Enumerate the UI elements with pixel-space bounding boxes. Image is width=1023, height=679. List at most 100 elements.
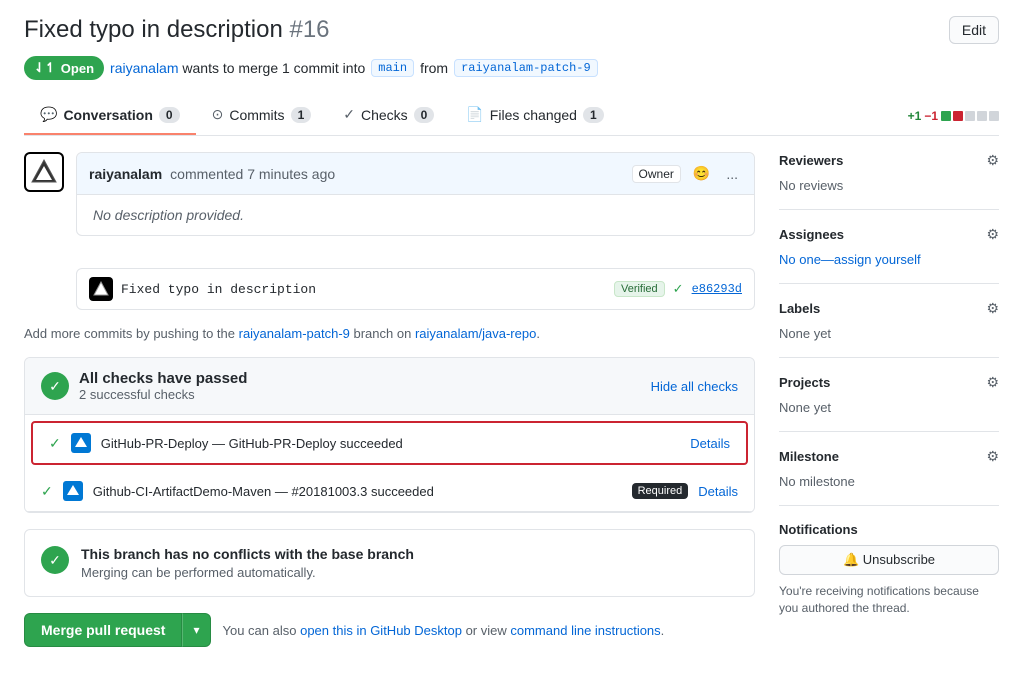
diff-block-4 bbox=[977, 111, 987, 121]
merge-button-group: Merge pull request ▾ bbox=[24, 613, 211, 647]
open-github-desktop-link[interactable]: open this in GitHub Desktop bbox=[300, 623, 462, 638]
assignees-gear-button[interactable]: ⚙ bbox=[986, 226, 999, 243]
tab-checks[interactable]: ✓ Checks 0 bbox=[327, 96, 450, 135]
page-container: Fixed typo in description #16 Edit ⇃↿ Op… bbox=[0, 0, 1023, 679]
tab-files-changed[interactable]: 📄 Files changed 1 bbox=[450, 96, 619, 135]
pr-subtitle: ⇃↿ Open raiyanalam wants to merge 1 comm… bbox=[24, 56, 999, 80]
open-badge-text: Open bbox=[61, 61, 94, 76]
comment-header-left: raiyanalam commented 7 minutes ago bbox=[89, 166, 335, 182]
conversation-tab-label: Conversation bbox=[63, 107, 152, 123]
reviewers-title: Reviewers bbox=[779, 153, 843, 168]
avatar-logo bbox=[30, 158, 58, 186]
assignees-value-link[interactable]: No one—assign yourself bbox=[779, 252, 921, 267]
pr-author-link[interactable]: raiyanalam bbox=[110, 60, 178, 76]
check-2-details-link[interactable]: Details bbox=[698, 484, 738, 499]
check-row-1: ✓ GitHub-PR-Deploy — GitHub-PR-Deploy su… bbox=[33, 423, 746, 463]
diff-block-5 bbox=[989, 111, 999, 121]
reviewers-gear-button[interactable]: ⚙ bbox=[986, 152, 999, 169]
tab-conversation[interactable]: 💬 Conversation 0 bbox=[24, 96, 196, 135]
diff-block-3 bbox=[965, 111, 975, 121]
no-conflict-icon: ✓ bbox=[41, 546, 69, 574]
merge-pull-request-button[interactable]: Merge pull request bbox=[24, 613, 182, 647]
no-conflict-subtitle: Merging can be performed automatically. bbox=[81, 565, 414, 580]
check-1-separator: — bbox=[212, 436, 229, 451]
unsubscribe-button[interactable]: 🔔 Unsubscribe bbox=[779, 545, 999, 575]
repo-link[interactable]: raiyanalam/java-repo bbox=[415, 326, 536, 341]
owner-badge: Owner bbox=[632, 165, 681, 183]
milestone-title: Milestone bbox=[779, 449, 839, 464]
check-2-separator: — bbox=[275, 484, 292, 499]
checks-title: All checks have passed bbox=[79, 370, 641, 387]
comment-header-right: Owner 😊 ... bbox=[632, 163, 742, 184]
azure-icon-2 bbox=[63, 481, 83, 501]
edit-button[interactable]: Edit bbox=[949, 16, 999, 44]
comment-author[interactable]: raiyanalam bbox=[89, 166, 162, 182]
diff-block-2 bbox=[953, 111, 963, 121]
check-1-status: GitHub-PR-Deploy succeeded bbox=[229, 436, 403, 451]
labels-gear-button[interactable]: ⚙ bbox=[986, 300, 999, 317]
projects-title: Projects bbox=[779, 375, 830, 390]
notifications-title: Notifications bbox=[779, 522, 858, 537]
verified-badge: Verified bbox=[614, 281, 665, 297]
hide-checks-button[interactable]: Hide all checks bbox=[651, 379, 738, 394]
sidebar-reviewers-header: Reviewers ⚙ bbox=[779, 152, 999, 169]
commit-sha-link[interactable]: e86293d bbox=[692, 282, 742, 296]
files-changed-count: 1 bbox=[583, 107, 604, 123]
commit-avatar bbox=[89, 277, 113, 301]
labels-title: Labels bbox=[779, 301, 820, 316]
sidebar-projects-header: Projects ⚙ bbox=[779, 374, 999, 391]
no-conflict-box: ✓ This branch has no conflicts with the … bbox=[24, 529, 755, 597]
pr-title-text: Fixed typo in description bbox=[24, 16, 283, 43]
check-2-name: Github-CI-ArtifactDemo-Maven — #20181003… bbox=[93, 484, 622, 499]
pr-title: Fixed typo in description #16 bbox=[24, 16, 330, 44]
sidebar-reviewers-section: Reviewers ⚙ No reviews bbox=[779, 152, 999, 210]
no-conflict-title: This branch has no conflicts with the ba… bbox=[81, 546, 414, 562]
tab-commits[interactable]: ⊙ Commits 1 bbox=[196, 96, 328, 135]
no-conflict-text: This branch has no conflicts with the ba… bbox=[81, 546, 414, 580]
checks-box: ✓ All checks have passed 2 successful ch… bbox=[24, 357, 755, 513]
more-options-button[interactable]: ... bbox=[722, 164, 742, 184]
comment-box: raiyanalam commented 7 minutes ago Owner… bbox=[76, 152, 755, 236]
check-1-name: GitHub-PR-Deploy — GitHub-PR-Deploy succ… bbox=[101, 436, 681, 451]
commit-message: Fixed typo in description bbox=[121, 282, 606, 297]
sidebar-labels-section: Labels ⚙ None yet bbox=[779, 300, 999, 358]
target-branch-link[interactable]: main bbox=[371, 59, 414, 77]
check-row-2: ✓ Github-CI-ArtifactDemo-Maven — #201810… bbox=[25, 471, 754, 512]
source-branch-link[interactable]: raiyanalam-patch-9 bbox=[454, 59, 598, 77]
merge-dropdown-button[interactable]: ▾ bbox=[182, 613, 210, 647]
branch-link[interactable]: raiyanalam-patch-9 bbox=[239, 326, 350, 341]
check-2-status: #20181003.3 succeeded bbox=[291, 484, 433, 499]
check-1-details-link[interactable]: Details bbox=[690, 436, 730, 451]
check-1-pass-icon: ✓ bbox=[49, 435, 61, 452]
additions-stat: +1 bbox=[908, 109, 922, 123]
avatar bbox=[24, 152, 64, 192]
command-line-link[interactable]: command line instructions bbox=[510, 623, 660, 638]
commit-line: Fixed typo in description Verified ✓ e86… bbox=[76, 268, 755, 310]
milestone-gear-button[interactable]: ⚙ bbox=[986, 448, 999, 465]
azure-logo-2 bbox=[66, 484, 80, 498]
sidebar-assignees-header: Assignees ⚙ bbox=[779, 226, 999, 243]
azure-icon-1 bbox=[71, 433, 91, 453]
main-content: raiyanalam commented 7 minutes ago Owner… bbox=[24, 136, 999, 663]
content-area: raiyanalam commented 7 minutes ago Owner… bbox=[24, 152, 755, 663]
sidebar-projects-section: Projects ⚙ None yet bbox=[779, 374, 999, 432]
milestone-value: No milestone bbox=[779, 474, 855, 489]
checks-icon: ✓ bbox=[343, 106, 355, 123]
conversation-count: 0 bbox=[159, 107, 180, 123]
add-reaction-button[interactable]: 😊 bbox=[689, 163, 714, 184]
commit-avatar-logo bbox=[93, 281, 109, 297]
sidebar-assignees-section: Assignees ⚙ No one—assign yourself bbox=[779, 226, 999, 284]
checks-count: 0 bbox=[414, 107, 435, 123]
sidebar: Reviewers ⚙ No reviews Assignees ⚙ No on… bbox=[779, 152, 999, 663]
avatar-inner bbox=[26, 154, 62, 190]
pr-title-area: Fixed typo in description #16 bbox=[24, 16, 330, 44]
projects-gear-button[interactable]: ⚙ bbox=[986, 374, 999, 391]
files-changed-tab-label: Files changed bbox=[490, 107, 577, 123]
checks-title-area: All checks have passed 2 successful chec… bbox=[79, 370, 641, 402]
merge-note: You can also open this in GitHub Desktop… bbox=[223, 623, 665, 638]
required-badge: Required bbox=[632, 483, 689, 499]
all-checks-passed-icon: ✓ bbox=[41, 372, 69, 400]
files-changed-icon: 📄 bbox=[466, 106, 483, 123]
comment-time: commented 7 minutes ago bbox=[170, 166, 335, 182]
merge-area: Merge pull request ▾ You can also open t… bbox=[24, 613, 755, 647]
